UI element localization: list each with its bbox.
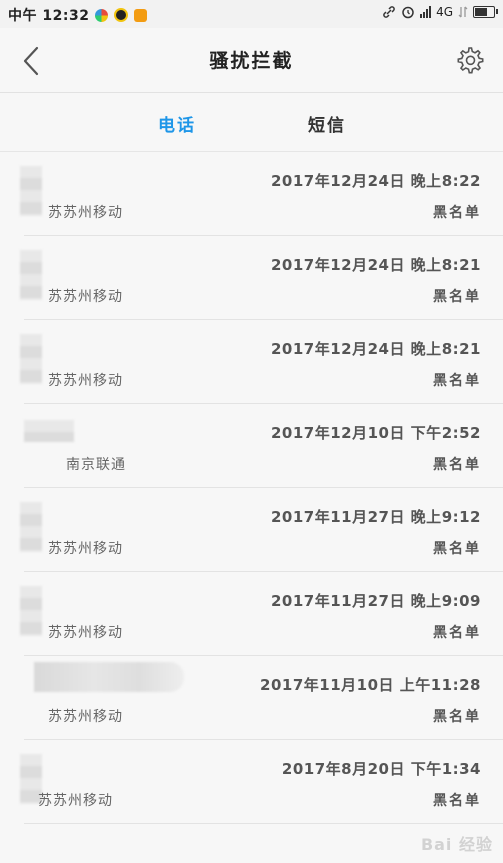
status-right: 4G bbox=[382, 5, 498, 19]
battery-icon bbox=[473, 6, 498, 18]
list-item[interactable]: 2017年11月27日 晚上9:12 苏苏州移动 黑名单 bbox=[20, 488, 503, 572]
call-carrier: 南京联通 bbox=[66, 457, 126, 473]
call-carrier: 苏苏州移动 bbox=[48, 625, 123, 641]
signal-icon bbox=[420, 6, 432, 18]
list-item[interactable]: 2017年12月24日 晚上8:21 苏苏州移动 黑名单 bbox=[20, 320, 503, 404]
call-carrier: 苏苏州移动 bbox=[48, 541, 123, 557]
tab-bar: 电话 短信 bbox=[0, 93, 503, 152]
redacted-number bbox=[20, 166, 42, 216]
call-time: 2017年12月24日 晚上8:21 bbox=[270, 340, 481, 358]
redacted-number bbox=[24, 420, 74, 442]
app-notification-icon bbox=[95, 8, 109, 22]
call-carrier: 苏苏州移动 bbox=[48, 709, 123, 725]
list-item[interactable]: 2017年12月24日 晚上8:22 苏苏州移动 黑名单 bbox=[20, 152, 503, 236]
qq-icon bbox=[114, 8, 129, 22]
call-time: 2017年12月24日 晚上8:22 bbox=[270, 172, 481, 190]
redacted-number bbox=[20, 586, 42, 636]
call-time: 2017年8月20日 下午1:34 bbox=[281, 760, 481, 778]
redacted-number bbox=[20, 250, 42, 300]
blacklist-tag: 黑名单 bbox=[433, 457, 481, 473]
status-time: 中午 12:32 bbox=[8, 8, 90, 24]
call-time: 2017年12月10日 下午2:52 bbox=[270, 424, 481, 442]
screen: 中午 12:32 4G 骚扰拦截 电话 短信 2017年12月24日 晚上8:2… bbox=[0, 0, 503, 863]
blacklist-tag: 黑名单 bbox=[433, 373, 481, 389]
gear-icon bbox=[457, 47, 484, 74]
call-carrier: 苏苏州移动 bbox=[48, 205, 123, 221]
app-badge-icon bbox=[134, 8, 148, 22]
blocked-calls-list: 2017年12月24日 晚上8:22 苏苏州移动 黑名单 2017年12月24日… bbox=[0, 152, 503, 824]
call-time: 2017年11月27日 晚上9:09 bbox=[270, 592, 481, 610]
call-carrier: 苏苏州移动 bbox=[48, 373, 123, 389]
status-bar: 中午 12:32 4G bbox=[0, 0, 503, 28]
link-icon bbox=[383, 6, 395, 18]
watermark: Bai 经验 bbox=[420, 835, 493, 854]
list-item[interactable]: 2017年12月10日 下午2:52 南京联通 黑名单 bbox=[24, 404, 503, 488]
call-time: 2017年11月27日 晚上9:12 bbox=[270, 508, 481, 526]
settings-button[interactable] bbox=[453, 44, 485, 76]
page-title: 骚扰拦截 bbox=[209, 50, 294, 72]
status-left: 中午 12:32 bbox=[8, 5, 148, 25]
redacted-number bbox=[20, 502, 42, 552]
list-item[interactable]: 2017年11月10日 上午11:28 苏苏州移动 黑名单 bbox=[24, 656, 503, 740]
call-carrier: 苏苏州移动 bbox=[38, 793, 113, 809]
tab-calls[interactable]: 电话 bbox=[158, 111, 196, 136]
network-type: 4G bbox=[436, 5, 453, 19]
tab-sms[interactable]: 短信 bbox=[308, 111, 346, 136]
redacted-number bbox=[34, 662, 184, 692]
call-time: 2017年12月24日 晚上8:21 bbox=[270, 256, 481, 274]
app-header: 骚扰拦截 bbox=[0, 28, 503, 93]
blacklist-tag: 黑名单 bbox=[433, 709, 481, 725]
blacklist-tag: 黑名单 bbox=[433, 205, 481, 221]
call-carrier: 苏苏州移动 bbox=[48, 289, 123, 305]
blacklist-tag: 黑名单 bbox=[433, 541, 481, 557]
alarm-icon bbox=[402, 6, 414, 19]
list-item[interactable]: 2017年11月27日 晚上9:09 苏苏州移动 黑名单 bbox=[20, 572, 503, 656]
list-item[interactable]: 2017年12月24日 晚上8:21 苏苏州移动 黑名单 bbox=[20, 236, 503, 320]
blacklist-tag: 黑名单 bbox=[433, 625, 481, 641]
list-item[interactable]: 2017年8月20日 下午1:34 苏苏州移动 黑名单 bbox=[20, 740, 503, 824]
blacklist-tag: 黑名单 bbox=[433, 289, 481, 305]
blacklist-tag: 黑名单 bbox=[433, 793, 481, 809]
redacted-number bbox=[20, 334, 42, 384]
call-time: 2017年11月10日 上午11:28 bbox=[260, 676, 481, 694]
data-transfer-icon bbox=[458, 6, 468, 18]
